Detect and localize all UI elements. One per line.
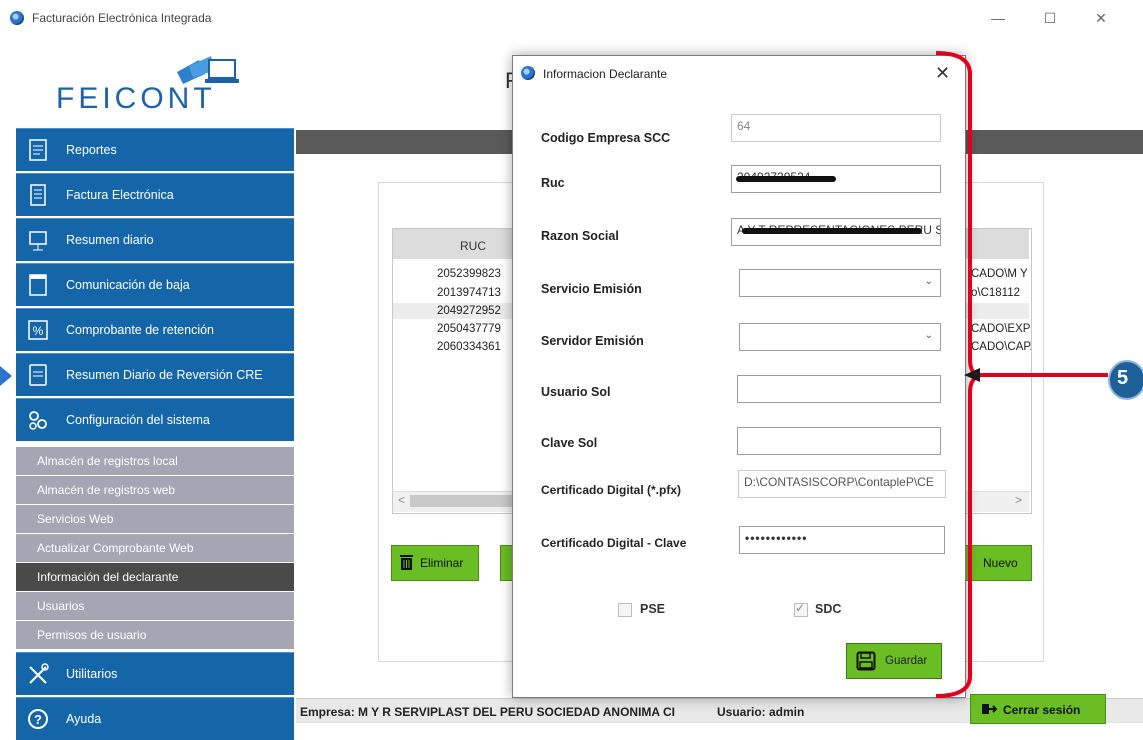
sidebar-item-label: Ayuda [66,712,102,726]
sidebar-item-label: Resumen Diario de Reversión CRE [66,368,263,382]
redaction-mark [742,228,922,234]
eliminar-button[interactable]: Eliminar [391,545,479,581]
column-header-ruc[interactable]: RUC [460,239,486,253]
pse-label: PSE [640,602,666,616]
sidebar-item-label: Utilitarios [66,667,118,681]
list-icon [29,274,47,296]
app-icon [10,11,24,25]
servidor-emision-select[interactable]: ⌄ [739,323,941,351]
table-row-ruc[interactable]: 2050437779 [437,323,517,335]
cerrar-sesion-button[interactable]: Cerrar sesión [970,694,1106,724]
usuario-sol-field[interactable] [737,375,941,403]
certificado-clave-label: Certificado Digital - Clave [541,536,687,550]
annotation-badge-number: 5 [1117,367,1129,389]
sidebar-item-configuracion[interactable]: Configuración del sistema [16,398,294,441]
trash-icon [400,555,413,570]
table-row-ruc[interactable]: 2013974713 [437,287,517,299]
redaction-mark [736,176,836,182]
subitem-label: Actualizar Comprobante Web [37,541,194,555]
certificado-clave-field[interactable]: •••••••••••• [739,526,945,554]
usuario-sol-label: Usuario Sol [541,385,611,399]
gears-icon [29,411,47,430]
scroll-left-icon[interactable]: < [398,493,405,507]
report-icon [29,139,47,161]
codigo-empresa-field: 64 [731,114,941,142]
status-empresa: Empresa: M Y R SERVIPLAST DEL PERU SOCIE… [300,705,675,719]
eliminar-label: Eliminar [420,556,464,570]
subitem-label: Servicios Web [37,512,114,526]
servicio-emision-select[interactable]: ⌄ [739,269,941,297]
sidebar-item-utilitarios[interactable]: Utilitarios [16,652,294,695]
sidebar-item-comunicacion-baja[interactable]: Comunicación de baja [16,263,294,306]
document-icon [30,184,46,206]
nuevo-label: Nuevo [983,556,1018,570]
subitem-label: Almacén de registros local [37,454,178,468]
help-icon: ? [28,709,48,729]
subitem-actualizar-comprobante[interactable]: Actualizar Comprobante Web [16,534,294,562]
subitem-label: Usuarios [37,599,85,613]
checkmark-icon: ✓ [795,601,806,615]
codigo-empresa-label: Codigo Empresa SCC [541,131,671,145]
save-icon [856,651,876,671]
minimize-button[interactable]: — [983,8,1013,28]
dialog-title: Informacion Declarante [543,67,668,81]
pse-checkbox[interactable] [618,603,632,617]
calendar-icon [29,231,47,251]
ruc-label: Ruc [541,176,565,190]
logout-icon [982,704,997,714]
sidebar-item-factura[interactable]: Factura Electrónica [16,173,294,216]
maximize-button[interactable]: ☐ [1035,8,1065,28]
clave-sol-field[interactable] [737,427,941,455]
subitem-permisos[interactable]: Permisos de usuario [16,621,294,649]
sidebar: Reportes Factura Electrónica Resumen dia… [16,128,296,740]
annotation-arrow [964,368,1108,382]
sidebar-item-label: Factura Electrónica [66,188,174,202]
subitem-almacen-web[interactable]: Almacén de registros web [16,476,294,504]
scroll-right-icon[interactable]: > [1015,493,1022,507]
sdc-label: SDC [815,602,842,616]
dialog-app-icon [521,66,535,80]
guardar-label: Guardar [885,655,928,667]
subitem-usuarios[interactable]: Usuarios [16,592,294,620]
tools-icon [29,663,49,684]
status-usuario: Usuario: admin [717,705,805,719]
sidebar-item-comprobante-retencion[interactable]: % Comprobante de retención [16,308,294,351]
table-row-ruc[interactable]: 2060334361 [437,341,517,353]
subitem-almacen-local[interactable]: Almacén de registros local [16,447,294,475]
svg-text:%: % [33,324,44,338]
close-window-button[interactable]: ✕ [1086,8,1116,28]
sidebar-item-reversion-cre[interactable]: Resumen Diario de Reversión CRE [16,353,294,396]
annotation-pointer-icon [0,366,12,386]
subitem-label: Permisos de usuario [37,628,147,642]
percent-icon: % [28,320,48,340]
clave-sol-label: Clave Sol [541,436,598,450]
table-row-ruc[interactable]: 2052399823 [437,268,517,280]
sidebar-item-label: Reportes [66,143,117,157]
servicio-emision-label: Servicio Emisión [541,282,642,296]
sidebar-item-label: Resumen diario [66,233,154,247]
subitem-label: Almacén de registros web [37,483,176,497]
sidebar-item-label: Comprobante de retención [66,323,215,337]
cerrar-sesion-label: Cerrar sesión [1003,703,1081,717]
sidebar-item-resumen-diario[interactable]: Resumen diario [16,218,294,261]
svg-text:?: ? [34,712,42,727]
logo: FEICONT [56,82,216,115]
sidebar-item-label: Comunicación de baja [66,278,190,292]
subitem-informacion-declarante[interactable]: Información del declarante [16,563,294,591]
sidebar-item-label: Configuración del sistema [66,413,210,427]
razon-social-label: Razon Social [541,229,619,243]
certificado-path-field[interactable]: D:\CONTASISCORP\ContapleP\CE [738,470,946,498]
sidebar-item-ayuda[interactable]: ? Ayuda [16,697,294,740]
certificado-label: Certificado Digital (*.pfx) [541,483,682,497]
subitem-label: Información del declarante [37,570,179,584]
table-row-ruc[interactable]: 2049272952 [437,305,517,317]
servidor-emision-label: Servidor Emisión [541,334,644,348]
window-title: Facturación Electrónica Integrada [32,11,212,25]
sidebar-item-reportes[interactable]: Reportes [16,128,294,171]
subitem-servicios-web[interactable]: Servicios Web [16,505,294,533]
notebook-icon [29,364,47,386]
